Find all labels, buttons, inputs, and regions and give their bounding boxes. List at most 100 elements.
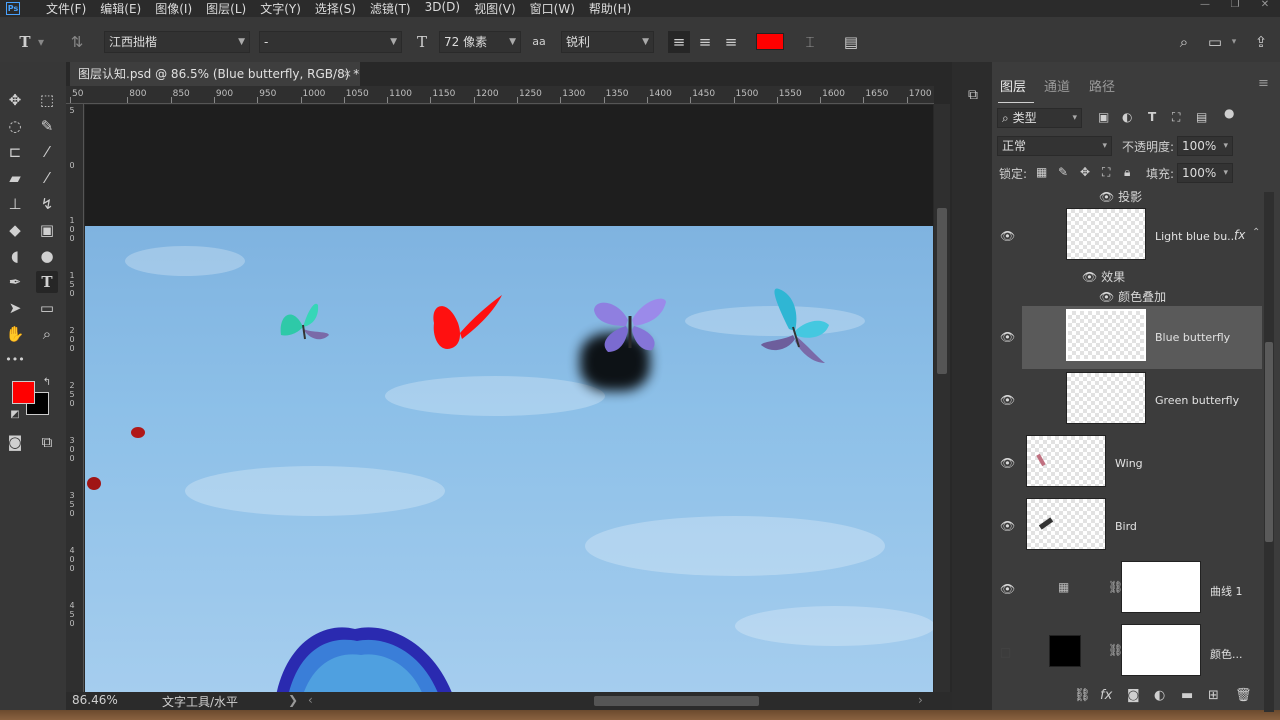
opacity-input[interactable]: 100% ▾ — [1177, 136, 1233, 156]
eraser-tool-icon[interactable]: ◆ — [4, 219, 26, 241]
add-mask-icon[interactable]: ◙ — [1127, 688, 1140, 703]
minimize-button[interactable]: — — [1190, 0, 1220, 12]
align-left-icon[interactable]: ≡ — [668, 31, 690, 53]
path-select-icon[interactable]: ➤ — [4, 297, 26, 319]
screen-mode-icon[interactable]: ⧉ — [36, 431, 58, 453]
layers-scrollbar[interactable] — [1264, 192, 1274, 712]
vertical-scroll-thumb[interactable] — [937, 208, 947, 374]
swap-colors-icon[interactable]: ↰ — [40, 376, 54, 390]
blend-mode-select[interactable]: 正常 ▾ — [997, 136, 1112, 156]
new-layer-icon[interactable]: ⊞ — [1208, 688, 1219, 703]
scroll-left-icon[interactable]: ‹ — [308, 693, 313, 707]
lock-transparency-icon[interactable]: ▦ — [1036, 165, 1047, 179]
layer-bird[interactable]: 👁︎ Bird — [992, 495, 1262, 558]
layer-name[interactable]: Light blue bu... — [1155, 230, 1238, 243]
layer-name[interactable]: Wing — [1115, 457, 1143, 470]
menu-help[interactable]: 帮助(H) — [582, 0, 638, 17]
zoom-tool-icon[interactable]: ⌕ — [36, 323, 58, 345]
tab-layers[interactable]: 图层 — [1000, 76, 1026, 95]
vertical-scrollbar[interactable] — [934, 104, 950, 692]
visibility-eye-icon[interactable]: 👁︎ — [1000, 229, 1015, 243]
brush-tool-icon[interactable]: ⁄ — [36, 167, 58, 189]
text-orientation-icon[interactable]: ⇅ — [66, 31, 88, 53]
clone-stamp-icon[interactable]: ⊥ — [4, 193, 26, 215]
layer-name[interactable]: 曲线 1 — [1210, 583, 1243, 599]
tab-paths[interactable]: 路径 — [1089, 76, 1115, 95]
dodge-tool-icon[interactable]: ● — [36, 245, 58, 267]
filter-shape-icon[interactable]: ⛶ — [1172, 110, 1180, 125]
menu-select[interactable]: 选择(S) — [308, 0, 363, 17]
close-button[interactable]: ✕ — [1250, 0, 1280, 12]
delete-layer-icon[interactable]: 🗑︎ — [1235, 688, 1252, 703]
layer-curves[interactable]: 👁︎ ▦ ⛓︎ 曲线 1 — [992, 558, 1262, 621]
filter-smart-object-icon[interactable]: ▤ — [1196, 110, 1207, 124]
visibility-eye-icon[interactable]: 👁︎ — [1000, 330, 1015, 344]
warp-text-icon[interactable]: ⌶ — [799, 31, 821, 53]
workspace-icon[interactable]: ▭ — [1204, 31, 1226, 53]
visibility-eye-icon[interactable]: 👁︎ — [1000, 519, 1015, 533]
history-brush-icon[interactable]: ↯ — [36, 193, 58, 215]
more-tools-icon[interactable]: ••• — [4, 349, 26, 371]
lock-all-icon[interactable]: 🔒︎ — [1124, 165, 1130, 180]
healing-brush-icon[interactable]: ▰ — [4, 167, 26, 189]
layer-name[interactable]: 颜色... — [1210, 646, 1243, 662]
chevron-down-icon[interactable]: ▾ — [1228, 31, 1240, 53]
layer-name[interactable]: Green butterfly — [1155, 394, 1239, 407]
type-tool-icon[interactable]: T — [36, 271, 58, 293]
document-tab[interactable]: 图层认知.psd @ 86.5% (Blue butterfly, RGB/8)… — [70, 62, 360, 86]
layer-name[interactable]: Blue butterfly — [1155, 331, 1230, 344]
layer-light-blue-butterfly[interactable]: 👁︎ Light blue bu... fx ⌃ — [992, 205, 1262, 268]
quick-mask-icon[interactable]: ◙ — [4, 431, 26, 453]
menu-image[interactable]: 图像(I) — [148, 0, 199, 17]
tab-channels[interactable]: 通道 — [1044, 76, 1070, 95]
align-right-icon[interactable]: ≡ — [720, 31, 742, 53]
document-canvas[interactable] — [85, 105, 933, 692]
layers-scroll-thumb[interactable] — [1265, 342, 1273, 542]
gradient-tool-icon[interactable]: ▣ — [36, 219, 58, 241]
layer-filter-select[interactable]: ⌕ 类型 ▾ — [997, 108, 1082, 128]
menu-file[interactable]: 文件(F) — [39, 0, 93, 17]
font-style-select[interactable]: - ▼ — [259, 31, 402, 53]
visibility-off-icon[interactable]: □ — [1000, 645, 1011, 659]
text-color-swatch[interactable] — [756, 33, 784, 50]
link-layers-icon[interactable]: ⛓︎ — [1074, 688, 1091, 703]
default-colors-icon[interactable]: ◩ — [8, 408, 22, 422]
scroll-right-icon[interactable]: › — [918, 693, 923, 707]
filter-toggle-icon[interactable]: ● — [1224, 106, 1234, 120]
effect-drop-shadow[interactable]: 👁︎ 投影 — [1099, 188, 1142, 205]
eyedropper-icon[interactable]: ⁄ — [36, 141, 58, 163]
lock-pixels-icon[interactable]: ✎ — [1058, 165, 1068, 179]
add-style-icon[interactable]: fx — [1100, 688, 1112, 703]
search-icon[interactable]: ⌕ — [1173, 31, 1195, 53]
eye-icon[interactable]: 👁︎ — [1082, 270, 1097, 284]
layer-wing[interactable]: 👁︎ Wing — [992, 432, 1262, 495]
chevron-up-icon[interactable]: ⌃ — [1252, 227, 1260, 238]
restore-button[interactable]: ❐ — [1220, 0, 1250, 12]
type-tool-icon[interactable]: T — [14, 31, 36, 53]
filter-pixel-icon[interactable]: ▣ — [1098, 110, 1109, 124]
history-panel-icon[interactable]: ⧉ — [962, 84, 984, 106]
filter-type-icon[interactable]: T — [1148, 110, 1156, 124]
lock-artboard-icon[interactable]: ⛶ — [1102, 165, 1110, 180]
pen-tool-icon[interactable]: ✒ — [4, 271, 26, 293]
eye-icon[interactable]: 👁︎ — [1099, 190, 1114, 204]
lasso-tool-icon[interactable]: ◌ — [4, 115, 26, 137]
fill-input[interactable]: 100% ▾ — [1177, 163, 1233, 183]
menu-3d[interactable]: 3D(D) — [418, 0, 467, 17]
menu-layer[interactable]: 图层(L) — [199, 0, 253, 17]
layer-color-fill[interactable]: □ ⛓︎ 颜色... — [992, 621, 1262, 684]
menu-edit[interactable]: 编辑(E) — [93, 0, 148, 17]
align-center-icon[interactable]: ≡ — [694, 31, 716, 53]
font-family-select[interactable]: 江西拙楷 ▼ — [104, 31, 250, 53]
tool-preset-arrow-icon[interactable]: ▾ — [38, 31, 48, 53]
visibility-eye-icon[interactable]: 👁︎ — [1000, 456, 1015, 470]
crop-tool-icon[interactable]: ⊏ — [4, 141, 26, 163]
filter-adjustment-icon[interactable]: ◐ — [1122, 110, 1132, 124]
layer-blue-butterfly[interactable]: Blue butterfly — [1022, 306, 1262, 369]
status-menu-icon[interactable]: ❯ — [288, 693, 298, 707]
layer-name[interactable]: Bird — [1115, 520, 1137, 533]
eye-icon[interactable]: 👁︎ — [1099, 290, 1114, 304]
menu-filter[interactable]: 滤镜(T) — [363, 0, 418, 17]
menu-view[interactable]: 视图(V) — [467, 0, 523, 17]
lock-position-icon[interactable]: ✥ — [1080, 165, 1090, 179]
